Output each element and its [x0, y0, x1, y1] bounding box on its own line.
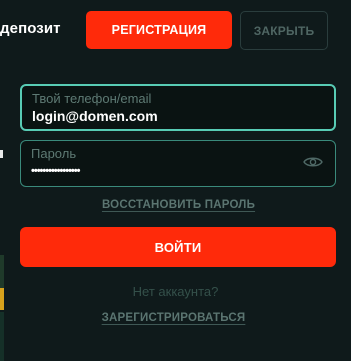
password-field-value[interactable]: •••••••••••••••••: [31, 165, 80, 177]
password-field[interactable]: Пароль •••••••••••••••••: [20, 140, 336, 187]
register-button[interactable]: РЕГИСТРАЦИЯ: [86, 11, 232, 49]
deposit-text: депозит: [0, 20, 61, 37]
signup-link[interactable]: ЗАРЕГИСТРИРОВАТЬСЯ: [0, 312, 349, 324]
login-button[interactable]: ВОЙТИ: [20, 227, 336, 267]
eye-icon[interactable]: [303, 155, 323, 169]
close-button[interactable]: ЗАКРЫТЬ: [240, 11, 328, 50]
restore-password-label[interactable]: ВОССТАНОВИТЬ ПАРОЛЬ: [102, 199, 255, 211]
password-field-label: Пароль: [31, 146, 77, 161]
no-account-text: Нет аккаунта?: [132, 284, 219, 299]
signup-label[interactable]: ЗАРЕГИСТРИРОВАТЬСЯ: [102, 312, 246, 324]
login-field-label: Твой телефон/email: [32, 91, 152, 106]
login-modal: депозит РЕГИСТРАЦИЯ ЗАКРЫТЬ Твой телефон…: [0, 0, 351, 361]
login-field[interactable]: Твой телефон/email login@domen.com: [20, 84, 336, 131]
modal-header: депозит РЕГИСТРАЦИЯ ЗАКРЫТЬ: [0, 0, 351, 60]
restore-password-link[interactable]: ВОССТАНОВИТЬ ПАРОЛЬ: [3, 199, 351, 211]
background-sliver: [0, 150, 3, 158]
login-field-value[interactable]: login@domen.com: [32, 108, 158, 124]
